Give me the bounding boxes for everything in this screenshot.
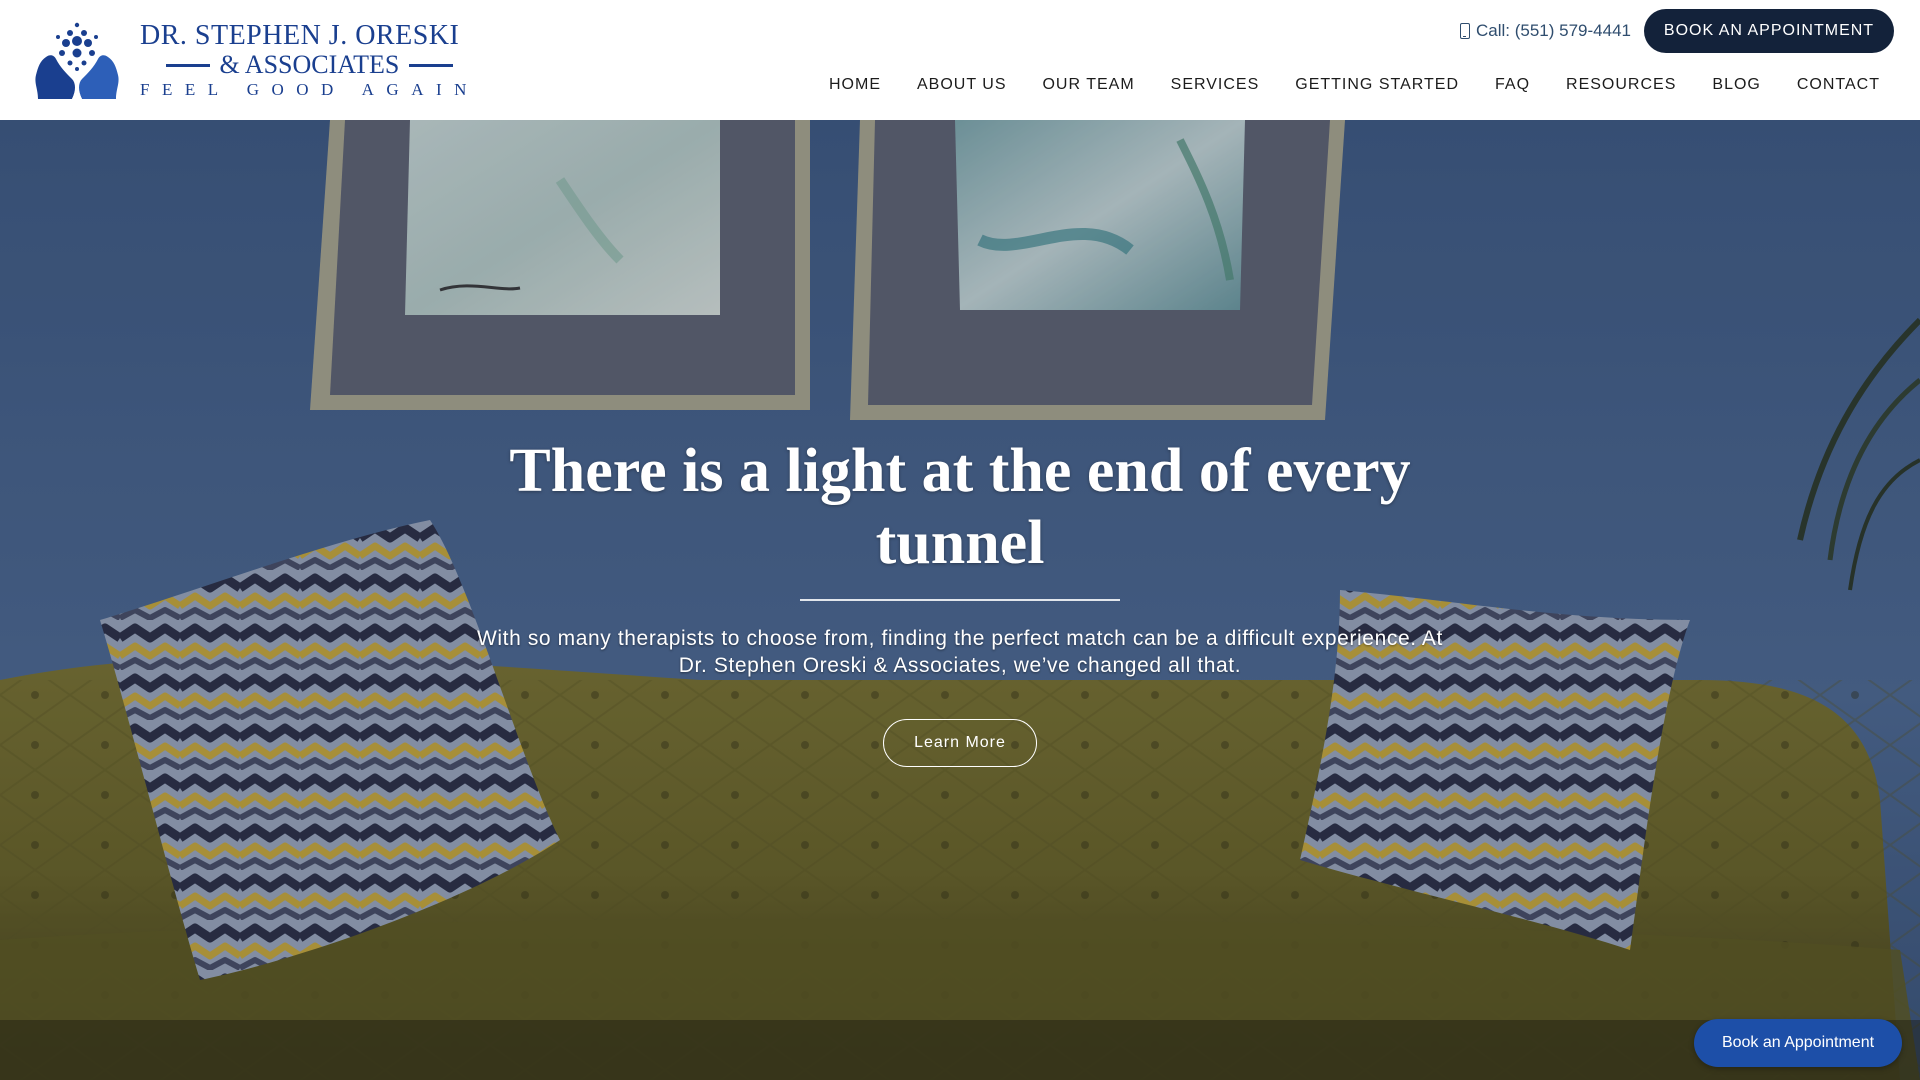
nav-faq[interactable]: FAQ [1495,76,1530,94]
site-logo[interactable]: DR. STEPHEN J. ORESKI & ASSOCIATES FEEL … [32,20,466,102]
nav-home[interactable]: HOME [829,76,881,94]
book-appointment-button[interactable]: BOOK AN APPOINTMENT [1644,9,1894,53]
nav-our-team[interactable]: OUR TEAM [1042,76,1134,94]
site-header: DR. STEPHEN J. ORESKI & ASSOCIATES FEEL … [0,0,1920,120]
hero-title: There is a light at the end of every tun… [509,437,1411,577]
hero-section: There is a light at the end of every tun… [0,120,1920,1080]
logo-associates-text: & ASSOCIATES [219,50,400,79]
logo-rule-left [165,63,210,67]
call-phone-link[interactable]: Call: (551) 579-4441 [1460,20,1631,42]
logo-associates: & ASSOCIATES [140,51,479,79]
head-profile-dots-logo-icon [35,22,119,99]
nav-blog[interactable]: BLOG [1712,76,1760,94]
logo-name: DR. STEPHEN J. ORESKI [140,20,460,51]
mobile-phone-icon [1460,23,1470,39]
hero-subtitle: With so many therapists to choose from, … [477,627,1443,677]
nav-resources[interactable]: RESOURCES [1566,76,1676,94]
learn-more-button[interactable]: Learn More [883,719,1037,767]
logo-rule-right [409,63,454,67]
call-phone-text: Call: (551) 579-4441 [1476,21,1631,40]
main-nav: HOME ABOUT US OUR TEAM SERVICES GETTING … [829,76,1880,94]
nav-contact[interactable]: CONTACT [1797,76,1880,94]
floating-book-appointment-button[interactable]: Book an Appointment [1694,1019,1902,1067]
logo-tagline: FEEL GOOD AGAIN [140,80,479,99]
nav-getting-started[interactable]: GETTING STARTED [1295,76,1459,94]
logo-text: DR. STEPHEN J. ORESKI & ASSOCIATES FEEL … [140,21,479,101]
nav-about-us[interactable]: ABOUT US [917,76,1007,94]
hero-divider [800,599,1120,601]
nav-services[interactable]: SERVICES [1171,76,1260,94]
